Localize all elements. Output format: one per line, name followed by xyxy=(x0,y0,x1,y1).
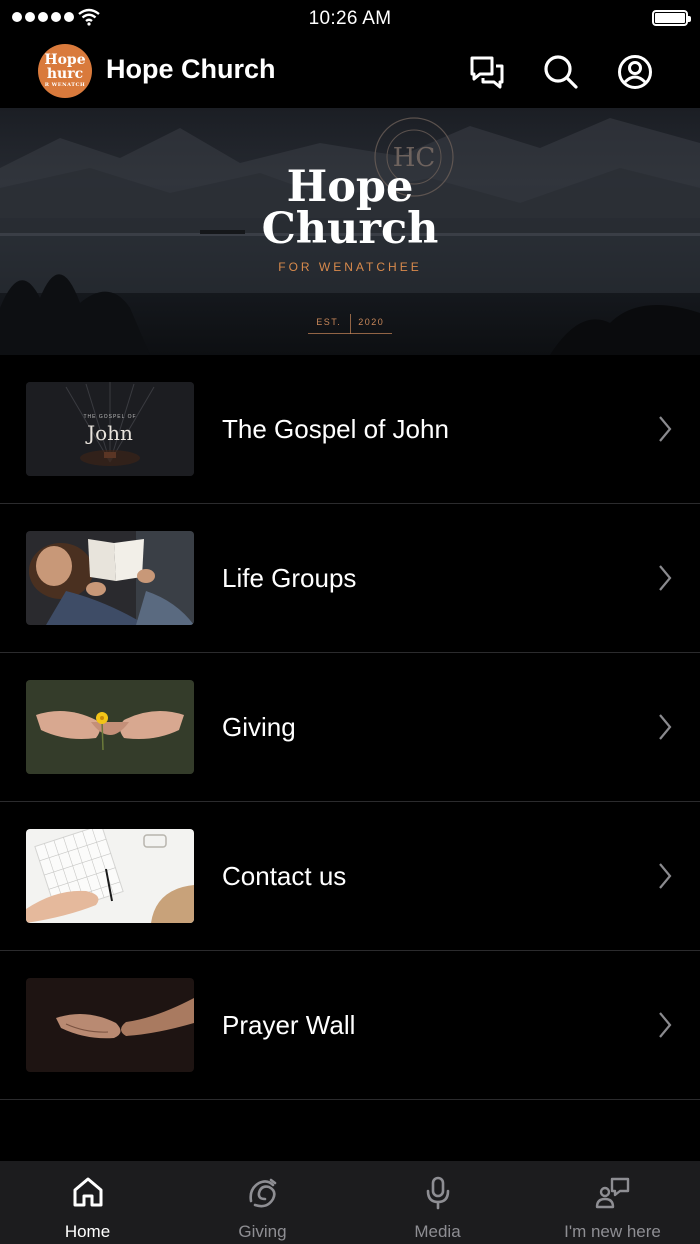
giving-icon xyxy=(248,1178,276,1208)
list-item-label: Life Groups xyxy=(222,562,357,593)
hero-established: EST. 2020 xyxy=(308,314,392,334)
life-groups-thumbnail xyxy=(26,531,194,625)
tab-giving[interactable]: Giving xyxy=(175,1161,350,1244)
new-person-icon xyxy=(595,1177,629,1209)
app-header: Hope hurc R WENATCH Hope Church xyxy=(0,36,700,108)
status-time: 10:26 AM xyxy=(308,8,392,29)
chevron-right-icon xyxy=(659,1012,672,1038)
thumb-big-text: John xyxy=(85,421,133,445)
list-item-label: The Gospel of John xyxy=(222,413,449,444)
app-title: Hope Church xyxy=(106,54,276,84)
gospel-of-john-thumbnail: THE GOSPEL OF John xyxy=(26,382,194,476)
list-item-contact-us[interactable]: Contact us xyxy=(0,802,700,951)
est-label: EST. xyxy=(316,317,342,327)
chat-icon[interactable] xyxy=(467,52,507,92)
battery-icon xyxy=(652,10,691,26)
profile-icon[interactable] xyxy=(615,52,655,92)
chevron-right-icon xyxy=(659,565,672,591)
giving-thumbnail xyxy=(26,680,194,774)
menu-list: THE GOSPEL OF John The Gospel of John Li… xyxy=(0,355,700,1100)
chevron-right-icon xyxy=(659,863,672,889)
est-year: 2020 xyxy=(358,317,385,327)
hero-title-line: Hope xyxy=(286,162,414,212)
chevron-right-icon xyxy=(659,714,672,740)
hero-title: Hope Church xyxy=(0,162,700,254)
prayer-wall-thumbnail xyxy=(26,978,194,1072)
microphone-icon xyxy=(426,1176,449,1210)
tab-im-new-here[interactable]: I'm new here xyxy=(525,1161,700,1244)
home-icon xyxy=(73,1177,102,1207)
list-item-label: Giving xyxy=(222,711,296,742)
tab-media[interactable]: Media xyxy=(350,1161,525,1244)
hero-title-line: Church xyxy=(261,204,439,254)
list-item-gospel-of-john[interactable]: THE GOSPEL OF John The Gospel of John xyxy=(0,355,700,504)
list-item-life-groups[interactable]: Life Groups xyxy=(0,504,700,653)
list-item-label: Prayer Wall xyxy=(222,1009,356,1040)
list-item-prayer-wall[interactable]: Prayer Wall xyxy=(0,951,700,1100)
status-bar: 10:26 AM xyxy=(0,0,700,36)
hero-subtitle: FOR WENATCHEE xyxy=(278,260,422,274)
church-logo[interactable]: Hope hurc R WENATCH xyxy=(38,44,92,98)
tab-label: Home xyxy=(64,1222,111,1241)
logo-text: Hope xyxy=(44,52,86,68)
tab-label: Giving xyxy=(238,1222,287,1241)
search-icon[interactable] xyxy=(541,52,581,92)
thumb-small-text: THE GOSPEL OF xyxy=(83,414,136,420)
bottom-tab-bar: Home Giving Media I'm new here xyxy=(0,1161,700,1244)
list-item-label: Contact us xyxy=(222,860,347,891)
list-item-giving[interactable]: Giving xyxy=(0,653,700,802)
tab-home[interactable]: Home xyxy=(0,1161,175,1244)
contact-us-thumbnail xyxy=(26,829,194,923)
logo-text: R WENATCH xyxy=(44,82,86,88)
tab-label: Media xyxy=(414,1222,461,1241)
hero-banner: HC Hope Church FOR WENATCHEE EST. 2020 xyxy=(0,108,700,355)
logo-text: hurc xyxy=(46,66,84,82)
chevron-right-icon xyxy=(659,416,672,442)
tab-label: I'm new here xyxy=(564,1222,661,1241)
